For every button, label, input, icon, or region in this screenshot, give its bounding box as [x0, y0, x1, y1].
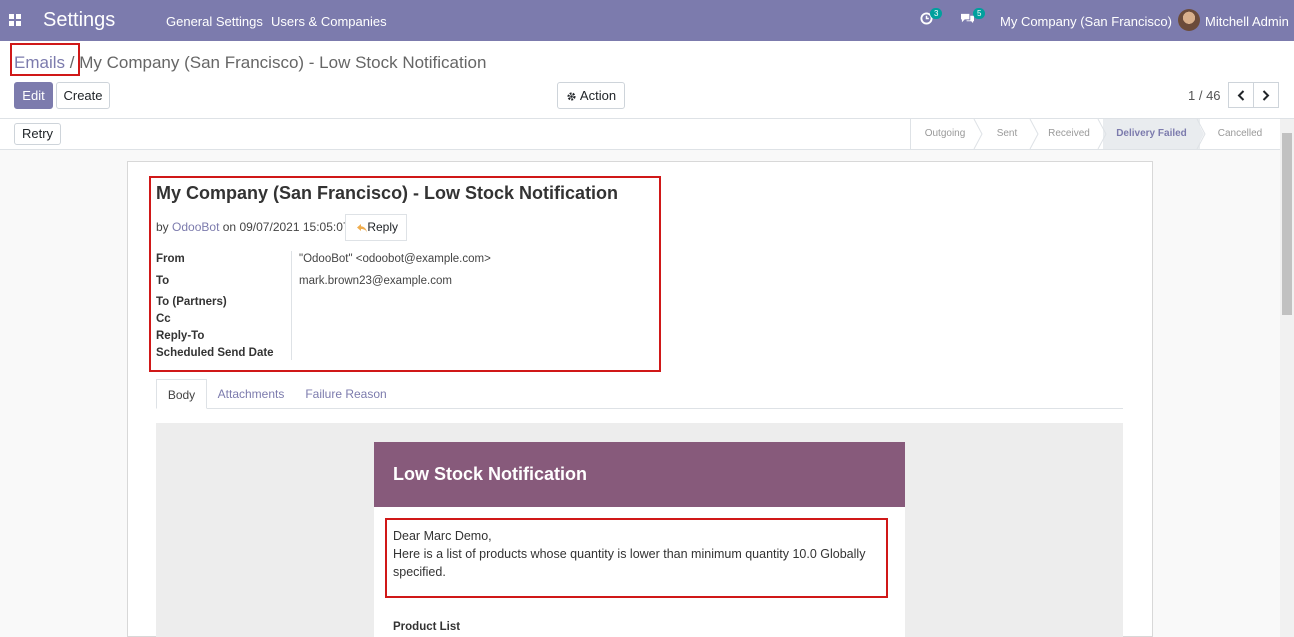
highlight-box-message	[385, 518, 888, 598]
pager-next-button[interactable]	[1253, 82, 1279, 108]
statusbar: Retry Outgoing Sent Received Delivery Fa…	[0, 119, 1294, 149]
activity-count-badge: 3	[930, 8, 943, 19]
scrollbar-thumb[interactable]	[1282, 133, 1292, 315]
edit-button[interactable]: Edit	[14, 82, 53, 109]
create-button[interactable]: Create	[56, 82, 110, 109]
stage-sent[interactable]: Sent	[979, 119, 1035, 149]
messages-button[interactable]: 5	[960, 8, 986, 28]
stage-cancelled[interactable]: Cancelled	[1200, 119, 1280, 149]
company-switcher[interactable]: My Company (San Francisco)	[1000, 14, 1172, 29]
tab-body[interactable]: Body	[156, 379, 207, 409]
stage-received[interactable]: Received	[1035, 119, 1103, 149]
action-label: Action	[579, 88, 617, 103]
product-list-title: Product List	[393, 621, 461, 633]
highlight-box-emails	[10, 43, 80, 76]
menu-users-companies[interactable]: Users & Companies	[271, 14, 387, 29]
menu-general-settings[interactable]: General Settings	[166, 14, 263, 29]
breadcrumb: Emails / My Company (San Francisco) - Lo…	[14, 53, 486, 73]
tab-failure-reason[interactable]: Failure Reason	[297, 379, 395, 409]
user-menu[interactable]: Mitchell Admin	[1205, 14, 1289, 29]
app-title[interactable]: Settings	[43, 9, 115, 32]
tab-attachments[interactable]: Attachments	[209, 379, 293, 409]
gear-icon	[567, 92, 576, 101]
stage-delivery-failed[interactable]: Delivery Failed	[1103, 119, 1200, 149]
action-button[interactable]: Action	[557, 82, 625, 109]
user-avatar[interactable]	[1178, 9, 1200, 31]
messages-count-badge: 5	[973, 8, 986, 19]
pager-value[interactable]: 1 / 46	[1188, 88, 1221, 103]
mail-body-title: Low Stock Notification	[393, 464, 588, 484]
top-navbar: Settings General Settings Users & Compan…	[0, 0, 1294, 41]
chevron-left-icon	[1237, 90, 1245, 101]
stage-outgoing[interactable]: Outgoing	[911, 119, 979, 149]
mail-body-header: Low Stock Notification	[374, 442, 905, 507]
activity-button[interactable]: 3	[920, 8, 943, 28]
retry-button[interactable]: Retry	[14, 123, 61, 145]
apps-menu-icon[interactable]	[9, 14, 21, 26]
pager-previous-button[interactable]	[1228, 82, 1254, 108]
chevron-right-icon	[1262, 90, 1270, 101]
highlight-box-header	[149, 176, 661, 372]
breadcrumb-current: My Company (San Francisco) - Low Stock N…	[79, 53, 487, 72]
